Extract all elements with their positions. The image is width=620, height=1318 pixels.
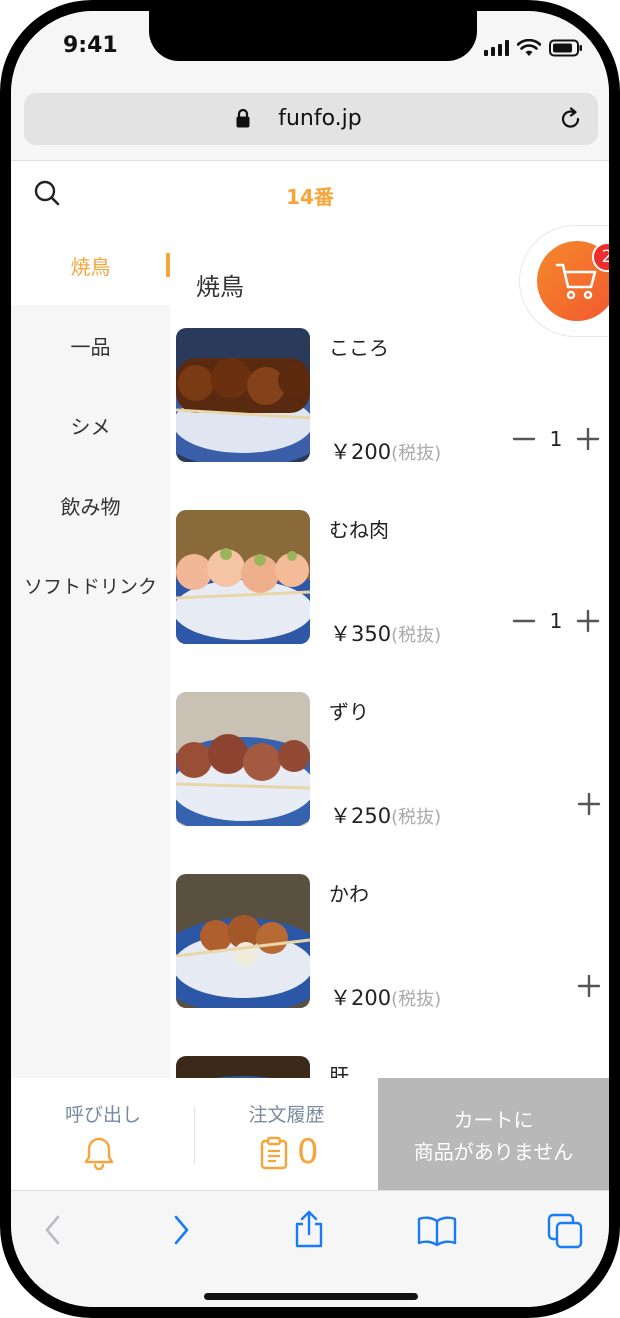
section-title: 焼鳥 <box>196 273 244 301</box>
increment-button[interactable] <box>573 424 603 454</box>
item-name: こころ <box>329 336 389 360</box>
cart-status-line1: カートに <box>453 1108 534 1132</box>
item-price: ￥250(税抜) <box>330 800 441 830</box>
decrement-button[interactable] <box>509 606 539 636</box>
screen: 9:41 funfo.jp 14番 焼鳥 一品 シメ 飲み物 ソフトドリンク 焼… <box>11 11 609 1307</box>
battery-icon <box>549 39 582 57</box>
cart-status-line2: 商品がありません <box>413 1140 574 1164</box>
wifi-icon <box>517 39 541 56</box>
address-bar[interactable]: funfo.jp <box>24 93 598 145</box>
quantity-value: 1 <box>549 427 563 451</box>
back-icon[interactable] <box>41 1213 65 1247</box>
app-header: 14番 <box>11 161 609 225</box>
tax-note: (税抜) <box>391 443 442 464</box>
call-label: 呼び出し <box>64 1104 141 1126</box>
bell-icon <box>84 1137 114 1170</box>
table-number: 14番 <box>286 185 334 209</box>
browser-address-area: funfo.jp <box>11 81 609 161</box>
cart-button[interactable]: 2 <box>519 225 609 337</box>
signal-icon <box>484 40 509 56</box>
minus-icon <box>512 619 536 623</box>
status-time: 9:41 <box>63 33 118 58</box>
reload-icon[interactable] <box>558 106 584 132</box>
plus-icon <box>577 792 601 816</box>
food-photo <box>176 692 310 826</box>
menu-list: 焼鳥 こころ ￥200(税抜) 1 むね肉 ￥350(税抜) 1 ずり ￥250… <box>170 225 609 1089</box>
minus-icon <box>512 437 536 441</box>
history-label: 注文履歴 <box>248 1104 325 1126</box>
item-name: むね肉 <box>329 518 389 542</box>
sidebar-item-drinks[interactable]: 飲み物 <box>11 465 170 545</box>
food-photo <box>176 328 310 462</box>
menu-item[interactable]: むね肉 ￥350(税抜) 1 <box>170 510 609 692</box>
tabs-icon[interactable] <box>547 1213 583 1249</box>
sidebar-item-ippin[interactable]: 一品 <box>11 305 170 385</box>
price-value: ￥250 <box>330 804 392 828</box>
item-name: かわ <box>329 882 369 906</box>
cart-icon <box>555 263 597 300</box>
category-label: ソフトドリンク <box>23 575 157 598</box>
history-count: 0 <box>297 1132 319 1172</box>
category-label: 一品 <box>70 334 111 359</box>
notch <box>149 11 477 61</box>
tax-note: (税抜) <box>391 625 442 646</box>
category-label: 焼鳥 <box>70 254 111 279</box>
price-value: ￥200 <box>330 440 392 464</box>
share-icon[interactable] <box>293 1209 325 1249</box>
sidebar-item-soft-drinks[interactable]: ソフトドリンク <box>11 545 170 625</box>
menu-item[interactable]: かわ ￥200(税抜) <box>170 874 609 1056</box>
quantity-stepper: 1 <box>509 606 603 636</box>
status-icons <box>484 39 583 57</box>
order-history-button[interactable]: 注文履歴 0 <box>195 1078 378 1190</box>
tax-note: (税抜) <box>391 807 442 828</box>
tax-note: (税抜) <box>391 989 442 1010</box>
increment-button[interactable] <box>573 606 603 636</box>
food-photo <box>176 874 310 1008</box>
sidebar-item-shime[interactable]: シメ <box>11 385 170 465</box>
plus-icon <box>577 974 601 998</box>
phone-frame: 9:41 funfo.jp 14番 焼鳥 一品 シメ 飲み物 ソフトドリンク 焼… <box>0 0 620 1318</box>
sidebar-item-yakitori[interactable]: 焼鳥 <box>11 225 172 305</box>
price-value: ￥350 <box>330 622 392 646</box>
add-button[interactable] <box>577 974 601 1002</box>
home-indicator <box>204 1293 418 1300</box>
menu-item[interactable]: こころ ￥200(税抜) 1 <box>170 328 609 510</box>
item-price: ￥350(税抜) <box>330 618 441 648</box>
add-button[interactable] <box>577 792 601 820</box>
category-sidebar: 焼鳥 一品 シメ 飲み物 ソフトドリンク <box>11 225 172 1089</box>
food-photo <box>176 510 310 644</box>
url-text: funfo.jp <box>278 106 362 131</box>
bottom-action-bar: 呼び出し 注文履歴 0 カートに 商品がありません <box>11 1078 609 1190</box>
category-label: 飲み物 <box>60 494 121 519</box>
quantity-value: 1 <box>549 609 563 633</box>
item-price: ￥200(税抜) <box>330 982 441 1012</box>
price-value: ￥200 <box>330 986 392 1010</box>
decrement-button[interactable] <box>509 424 539 454</box>
checkout-button[interactable]: カートに 商品がありません <box>378 1078 609 1190</box>
clipboard-icon <box>260 1136 288 1170</box>
bookmarks-icon[interactable] <box>417 1213 457 1247</box>
plus-icon <box>576 609 600 633</box>
item-name: ずり <box>329 700 369 724</box>
category-label: シメ <box>70 414 111 439</box>
quantity-stepper: 1 <box>509 424 603 454</box>
browser-toolbar <box>11 1190 609 1307</box>
item-price: ￥200(税抜) <box>330 436 441 466</box>
call-staff-button[interactable]: 呼び出し <box>11 1078 195 1190</box>
menu-item[interactable]: ずり ￥250(税抜) <box>170 692 609 874</box>
plus-icon <box>576 427 600 451</box>
forward-icon[interactable] <box>169 1213 193 1247</box>
